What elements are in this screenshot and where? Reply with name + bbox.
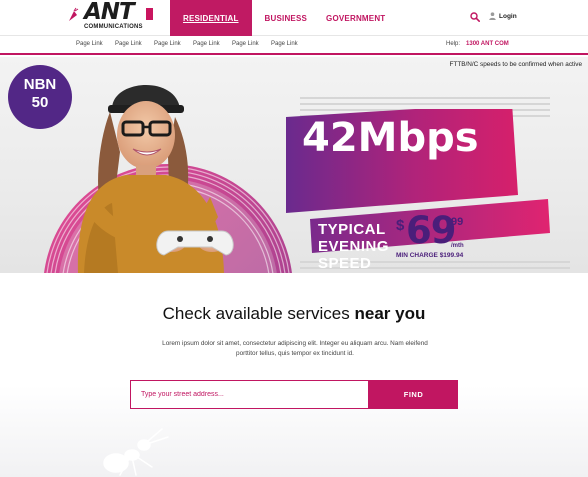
search-icon[interactable] [470, 12, 480, 22]
check-services-section: Check available services near you Lorem … [0, 273, 588, 477]
help-phone-link[interactable]: 1300 ANT COM [466, 41, 509, 47]
logo-wordmark: ANT [84, 0, 135, 25]
login-label: Login [499, 12, 517, 20]
nbn-badge: NBN 50 [8, 65, 72, 129]
logo-square [146, 8, 153, 20]
check-title: Check available services near you [0, 304, 588, 324]
nav-government[interactable]: GOVERNMENT [320, 0, 398, 36]
nav-residential[interactable]: RESIDENTIAL [170, 0, 252, 36]
find-button[interactable]: FIND [369, 380, 458, 409]
address-search-input[interactable] [130, 380, 369, 409]
nbn-badge-line2: 50 [31, 94, 49, 111]
sub-nav: Page Link Page Link Page Link Page Link … [0, 36, 588, 55]
nav-business[interactable]: BUSINESS [252, 0, 321, 36]
logo-subtitle: COMMUNICATIONS [84, 24, 143, 30]
ant-logo[interactable]: ANT COMMUNICATIONS [66, 0, 156, 33]
user-icon [489, 12, 496, 20]
help-label: Help: [446, 41, 461, 47]
price-symbol: $ [396, 217, 405, 234]
check-title-bold: near you [354, 304, 426, 323]
subnav-link[interactable]: Page Link [154, 41, 181, 47]
subnav-link[interactable]: Page Link [115, 41, 142, 47]
ant-logo-mark-icon [69, 7, 79, 21]
hero-speed-note: FTTB/N/C speeds to be confirmed when act… [449, 61, 582, 68]
subnav-link[interactable]: Page Link [193, 41, 220, 47]
price-cents: 99 [451, 216, 464, 228]
min-charge: MIN CHARGE $199.94 [396, 252, 464, 259]
help-contact: Help: 1300 ANT COM [446, 41, 509, 47]
price-dollars: 69 [406, 209, 456, 252]
main-nav: RESIDENTIAL BUSINESS GOVERNMENT [170, 0, 398, 36]
speed-caption: TYPICAL EVENING SPEED [318, 221, 390, 272]
subnav-link[interactable]: Page Link [271, 41, 298, 47]
subnav-link[interactable]: Page Link [76, 41, 103, 47]
ant-icon [103, 428, 169, 476]
price-period: /mth [451, 243, 464, 249]
hero-banner: FTTB/N/C speeds to be confirmed when act… [0, 57, 588, 273]
check-description: Lorem ipsum dolor sit amet, consectetur … [162, 340, 428, 357]
check-title-lead: Check available services [162, 304, 350, 323]
speed-value: 42Mbps [302, 115, 479, 161]
subnav-link[interactable]: Page Link [232, 41, 259, 47]
top-header: ANT COMMUNICATIONS RESIDENTIAL BUSINESS … [0, 0, 588, 36]
nbn-badge-line1: NBN [23, 76, 57, 93]
login-link[interactable]: Login [489, 12, 517, 20]
